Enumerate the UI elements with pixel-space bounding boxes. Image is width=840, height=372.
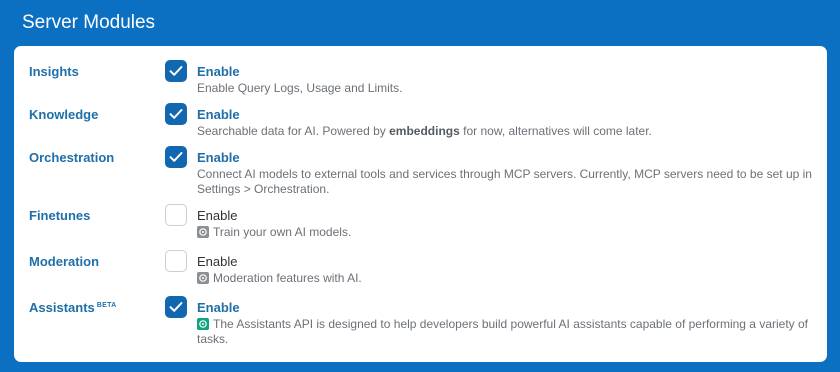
finetunes-description-text: Train your own AI models. [213,225,352,239]
panel-title: Server Modules [22,12,156,33]
openai-grey-icon [197,272,209,284]
moderation-description-text: Moderation features with AI. [213,271,362,285]
assistants-enable-label[interactable]: Enable [197,300,240,315]
beta-badge: BETA [96,301,117,309]
panel-header: Server Modules [0,0,840,46]
openai-green-icon [197,318,209,330]
finetunes-checkbox[interactable] [165,204,187,226]
orchestration-checkbox[interactable] [165,146,187,168]
insights-enable-label[interactable]: Enable [197,64,240,79]
knowledge-description-tail: for now, alternatives will come later. [459,124,652,138]
module-label-orchestration: Orchestration [29,150,115,165]
module-label-knowledge: Knowledge [29,107,99,122]
checkmark-icon [169,302,183,312]
module-label-insights: Insights [29,64,79,79]
embeddings-text: embeddings [389,124,460,138]
assistants-description: The Assistants API is designed to help d… [197,317,812,347]
assistants-description-text: The Assistants API is designed to help d… [197,317,809,346]
knowledge-checkbox[interactable] [165,103,187,125]
insights-checkbox[interactable] [165,60,187,82]
knowledge-description: Searchable data for AI. Powered by embed… [197,124,812,139]
assistants-checkbox[interactable] [165,296,187,318]
moderation-enable-label[interactable]: Enable [197,254,237,269]
checkmark-icon [169,66,183,76]
openai-grey-icon [197,226,209,238]
module-label-finetunes: Finetunes [29,208,91,223]
assistants-label-text: Assistants [29,300,95,315]
module-label-assistants: Assistants BETA [29,300,117,315]
finetunes-enable-label[interactable]: Enable [197,208,237,223]
insights-description: Enable Query Logs, Usage and Limits. [197,81,403,95]
checkmark-icon [169,109,183,119]
moderation-description: Moderation features with AI. [197,271,812,286]
moderation-checkbox[interactable] [165,250,187,272]
finetunes-description: Train your own AI models. [197,225,812,240]
knowledge-enable-label[interactable]: Enable [197,107,240,122]
orchestration-enable-label[interactable]: Enable [197,150,240,165]
modules-panel: Insights Enable Enable Query Logs, Usage… [14,46,827,362]
checkmark-icon [169,152,183,162]
knowledge-description-text: Searchable data for AI. Powered by [197,124,390,138]
orchestration-description: Connect AI models to external tools and … [197,167,812,196]
module-label-moderation: Moderation [29,254,100,269]
